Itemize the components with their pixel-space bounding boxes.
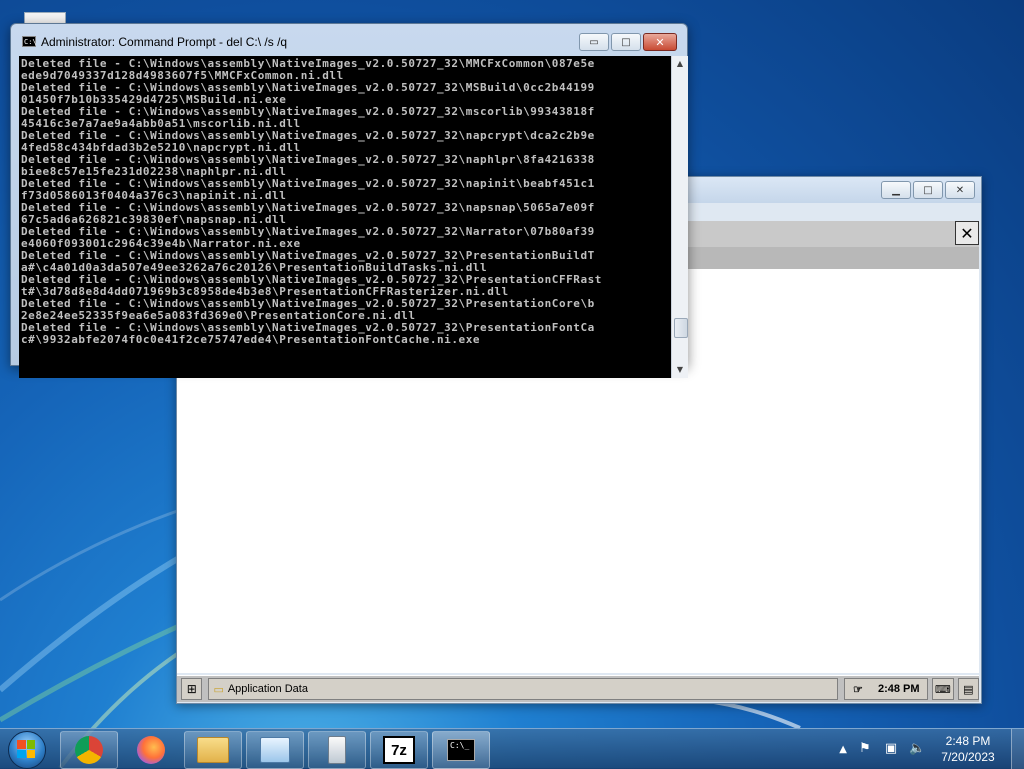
- scroll-thumb[interactable]: [674, 318, 688, 338]
- cmd-title: Administrator: Command Prompt - del C:\ …: [41, 35, 288, 49]
- taskbar-firefox[interactable]: [122, 731, 180, 769]
- cmd-close-button[interactable]: ✕: [643, 33, 677, 51]
- cmd-icon: C:\: [22, 36, 37, 47]
- firefox-icon: [137, 736, 165, 764]
- cmd-titlebar[interactable]: C:\ Administrator: Command Prompt - del …: [11, 24, 685, 56]
- folder-icon: [197, 737, 229, 763]
- show-hidden-icons-button[interactable]: ▲: [839, 744, 847, 755]
- scroll-down-icon[interactable]: ▼: [672, 362, 688, 378]
- background-window-controls: ▁ □ ✕: [881, 181, 975, 199]
- control-panel-icon: [260, 737, 290, 763]
- emulated-task-button[interactable]: ▭ Application Data: [208, 678, 839, 700]
- start-button[interactable]: [4, 731, 48, 769]
- console-scrollbar[interactable]: ▲ ▼: [671, 56, 688, 378]
- console-text: Deleted file - C:\Windows\assembly\Nativ…: [21, 57, 602, 346]
- taskbar-file-explorer[interactable]: [184, 731, 242, 769]
- minimize-button[interactable]: ▁: [881, 181, 911, 199]
- console-output[interactable]: Deleted file - C:\Windows\assembly\Nativ…: [19, 56, 671, 378]
- close-button[interactable]: ✕: [945, 181, 975, 199]
- taskbar-control-panel[interactable]: [246, 731, 304, 769]
- cmd-minimize-button[interactable]: ▭: [579, 33, 609, 51]
- volume-muted-icon[interactable]: 🔈: [909, 741, 925, 757]
- keyboard-icon[interactable]: ⌨: [932, 678, 954, 700]
- system-clock[interactable]: 2:48 PM 7/20/2023: [935, 733, 1001, 765]
- windows-flag-icon: [17, 740, 35, 758]
- windows-list-icon[interactable]: ▤: [957, 678, 979, 700]
- command-prompt-window[interactable]: C:\ Administrator: Command Prompt - del …: [10, 23, 688, 378]
- command-prompt-icon: C:\_: [447, 739, 475, 761]
- inner-close-button[interactable]: ✕: [955, 221, 979, 245]
- notification-area: ▲ ⚑ ▣ 🔈 2:48 PM 7/20/2023: [839, 729, 1024, 769]
- emulated-tray-icon[interactable]: ☞: [853, 683, 863, 696]
- taskbar-command-prompt[interactable]: C:\_: [432, 731, 490, 769]
- clock-date: 7/20/2023: [941, 750, 995, 764]
- maximize-button[interactable]: □: [913, 181, 943, 199]
- cmd-maximize-button[interactable]: □: [611, 33, 641, 51]
- clock-time: 2:48 PM: [945, 734, 991, 748]
- emulated-clock: 2:48 PM: [877, 683, 920, 695]
- chrome-icon: [75, 736, 103, 764]
- emulated-start-icon[interactable]: ⊞: [181, 678, 203, 700]
- emulated-task-label: Application Data: [227, 683, 308, 695]
- emulated-taskbar: ⊞ ▭ Application Data ☞ 2:48 PM ⌨ ▤: [177, 675, 979, 702]
- network-icon[interactable]: ▣: [883, 741, 899, 757]
- taskbar: 7z C:\_ ▲ ⚑ ▣ 🔈 2:48 PM 7/20/2023: [0, 728, 1024, 769]
- emulated-tray: ☞ 2:48 PM: [844, 678, 929, 700]
- device-icon: [328, 736, 346, 764]
- taskbar-7zip[interactable]: 7z: [370, 731, 428, 769]
- scroll-up-icon[interactable]: ▲: [672, 56, 688, 72]
- action-center-flag-icon[interactable]: ⚑: [857, 741, 873, 757]
- cmd-window-controls: ▭ □ ✕: [579, 33, 677, 51]
- taskbar-device[interactable]: [308, 731, 366, 769]
- taskbar-chrome[interactable]: [60, 731, 118, 769]
- folder-icon: ▭: [213, 683, 224, 696]
- show-desktop-button[interactable]: [1011, 729, 1024, 769]
- 7zip-icon: 7z: [383, 736, 415, 764]
